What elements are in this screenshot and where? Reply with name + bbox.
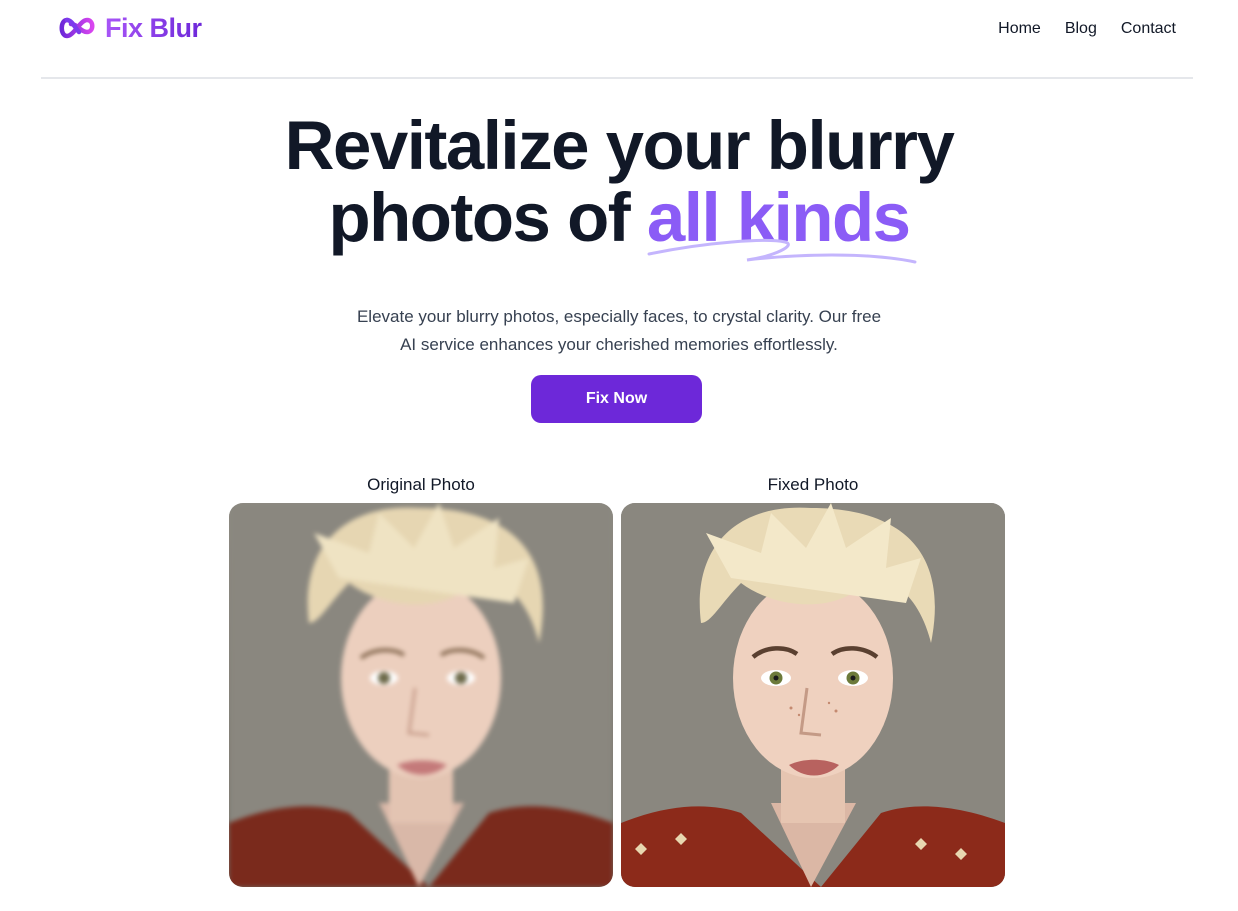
- fix-now-button[interactable]: Fix Now: [531, 375, 702, 423]
- hero-title-line1: Revitalize your blurry: [284, 107, 955, 184]
- hero-title-accent: all kinds: [646, 179, 911, 256]
- original-photo-panel: Original Photo: [229, 472, 613, 887]
- site-header: Fix Blur Home Blog Contact: [41, 0, 1193, 79]
- nav-home[interactable]: Home: [998, 18, 1041, 40]
- brand-logo[interactable]: Fix Blur: [57, 10, 202, 46]
- main-nav: Home Blog Contact: [998, 18, 1176, 40]
- fixed-photo-label: Fixed Photo: [767, 475, 859, 494]
- nav-contact[interactable]: Contact: [1121, 18, 1176, 40]
- original-photo-label: Original Photo: [367, 475, 475, 494]
- hero-title-line2: photos of: [328, 179, 647, 256]
- portrait-blurred-image: [229, 503, 613, 887]
- hero-title: Revitalize your blurry photos of all kin…: [0, 107, 1238, 264]
- brand-name: Fix Blur: [105, 12, 202, 43]
- nav-blog[interactable]: Blog: [1065, 18, 1097, 40]
- hero-subtitle: Elevate your blurry photos, especially f…: [319, 303, 919, 359]
- hero-subtitle-line1: Elevate your blurry photos, especially f…: [356, 307, 882, 326]
- fixed-photo: [621, 503, 1005, 887]
- original-photo: [229, 503, 613, 887]
- infinity-icon: [59, 17, 95, 39]
- hero-title-accent-wrap: all kinds: [646, 179, 917, 264]
- fixed-photo-panel: Fixed Photo: [621, 472, 1005, 887]
- portrait-sharp-image: [621, 503, 1005, 887]
- hero-subtitle-line2: AI service enhances your cherished memor…: [400, 335, 838, 354]
